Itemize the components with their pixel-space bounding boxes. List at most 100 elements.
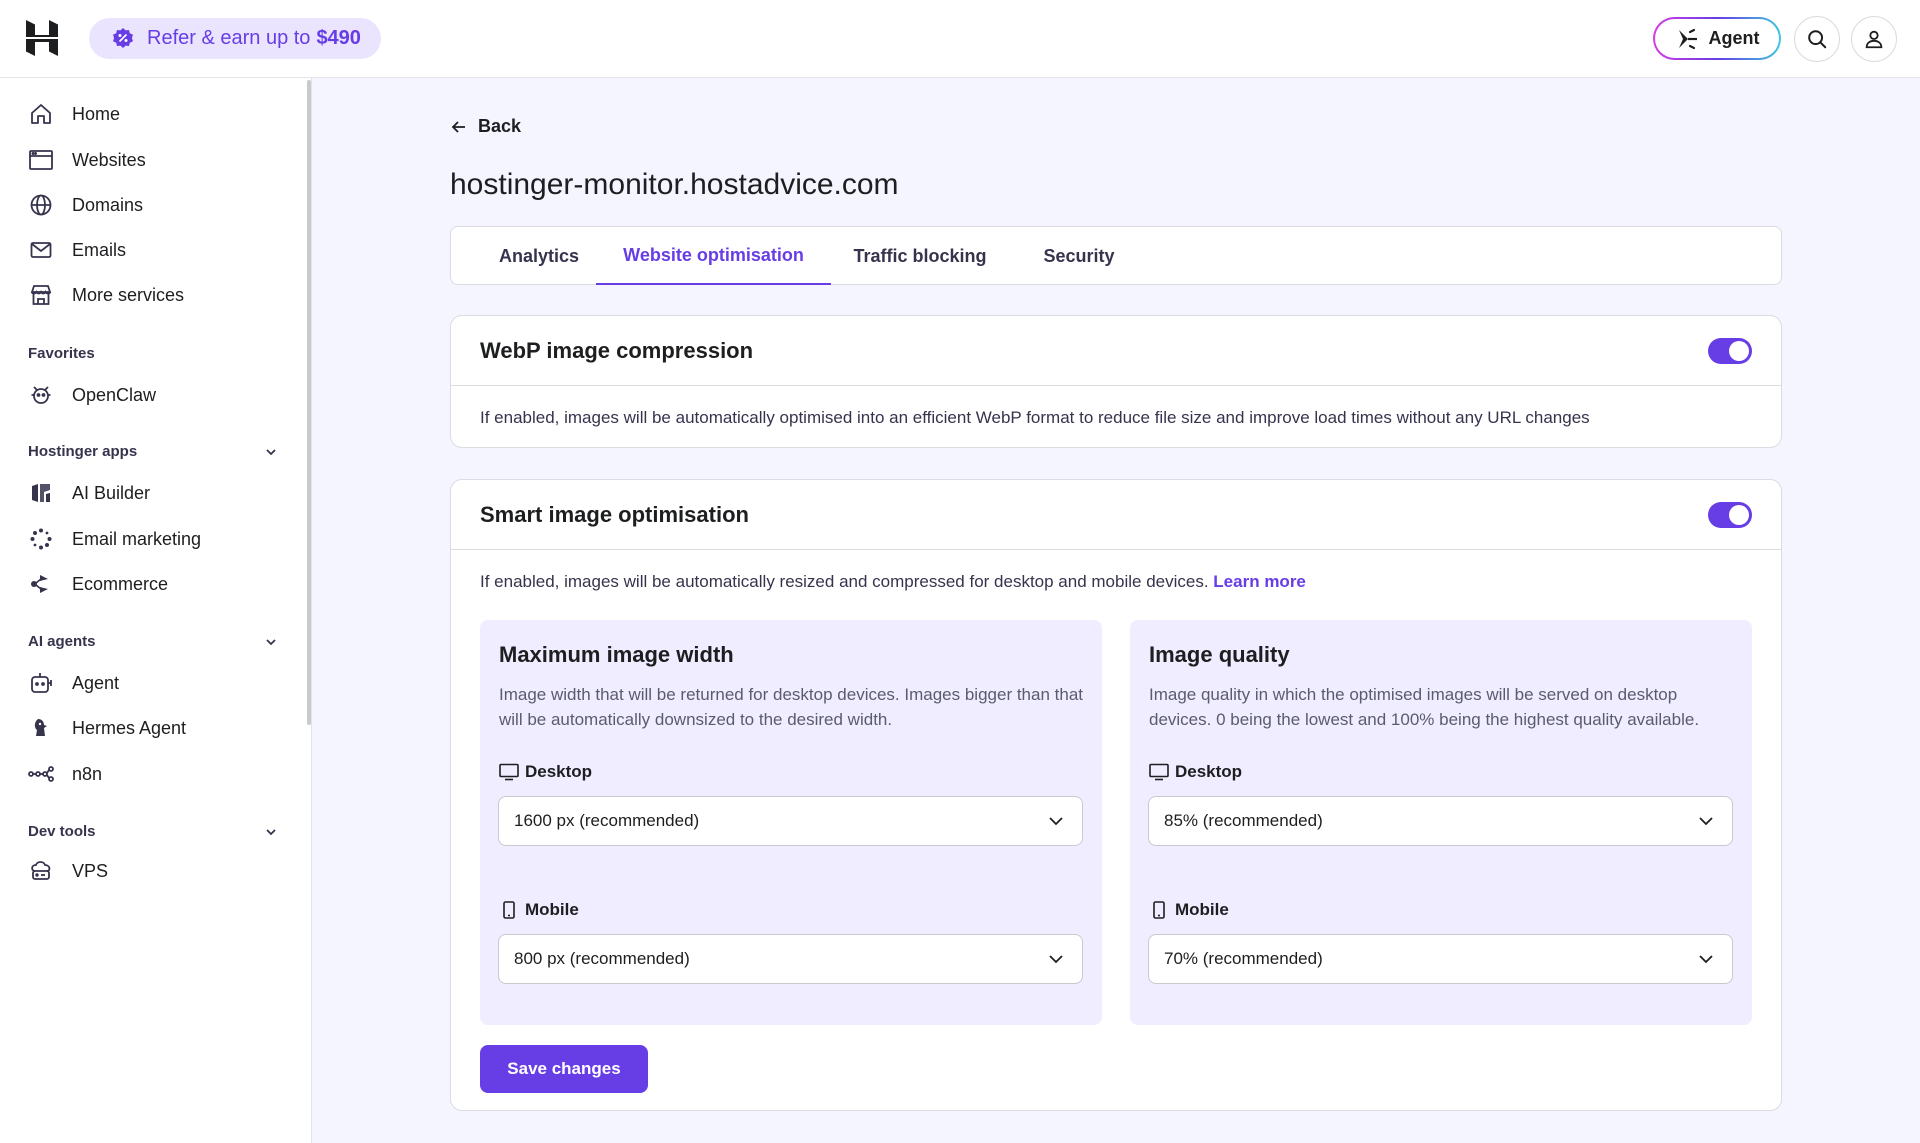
- webp-description: If enabled, images will be automatically…: [480, 408, 1590, 427]
- sidebar-item-label: Hermes Agent: [72, 717, 187, 738]
- select-value: 1600 px (recommended): [514, 811, 700, 830]
- quality-desktop-select[interactable]: 85% (recommended): [1148, 796, 1733, 846]
- hostinger-logo-icon[interactable]: [24, 18, 60, 58]
- sidebar-item-label: Websites: [72, 149, 146, 170]
- sidebar-item-ai-builder[interactable]: AI Builder: [28, 475, 288, 511]
- refer-text: Refer & earn up to: [147, 27, 311, 49]
- quality-desktop-label: Desktop: [1149, 762, 1242, 782]
- image-quality-panel: Image quality Image quality in which the…: [1130, 620, 1752, 1025]
- ecommerce-icon: [28, 571, 54, 597]
- width-desktop-label: Desktop: [499, 762, 592, 782]
- dev-tools-section[interactable]: Dev tools: [28, 823, 278, 840]
- smart-description-text: If enabled, images will be automatically…: [480, 572, 1209, 591]
- section-title: AI agents: [28, 633, 96, 650]
- back-link[interactable]: Back: [450, 116, 521, 137]
- section-title: Dev tools: [28, 823, 96, 840]
- image-quality-description: Image quality in which the optimised ima…: [1149, 685, 1700, 729]
- chevron-down-icon: [1049, 817, 1063, 826]
- refer-amount: $490: [316, 27, 361, 49]
- webp-title: WebP image compression: [480, 338, 754, 363]
- top-header: Refer & earn up to $490 Agent: [0, 0, 1920, 78]
- hostinger-apps-section[interactable]: Hostinger apps: [28, 443, 278, 460]
- tab-analytics[interactable]: Analytics: [481, 227, 597, 285]
- store-icon: [28, 282, 54, 308]
- ai-builder-icon: [28, 480, 54, 506]
- sidebar-item-label: Agent: [72, 672, 120, 693]
- sidebar-item-label: n8n: [72, 763, 103, 784]
- sidebar-item-label: Email marketing: [72, 528, 202, 549]
- ai-agents-section[interactable]: AI agents: [28, 633, 278, 650]
- agent-button[interactable]: Agent: [1653, 17, 1781, 60]
- chevron-down-icon: [266, 448, 276, 455]
- agent-label: Agent: [1708, 28, 1760, 48]
- browser-icon: [28, 147, 54, 173]
- globe-icon: [28, 192, 54, 218]
- refer-earn-banner[interactable]: Refer & earn up to $490: [89, 18, 381, 59]
- back-label: Back: [478, 116, 522, 136]
- field-label-text: Mobile: [1175, 900, 1229, 919]
- smart-description: If enabled, images will be automatically…: [480, 572, 1306, 592]
- tab-security[interactable]: Security: [1031, 227, 1127, 285]
- search-button[interactable]: [1794, 16, 1840, 62]
- claw-icon: [28, 382, 54, 408]
- sparkle-agent-icon: [1678, 28, 1697, 49]
- sidebar-item-label: Home: [72, 103, 121, 124]
- desktop-icon: [1149, 763, 1169, 781]
- chevron-down-icon: [1699, 955, 1713, 964]
- n8n-icon: [28, 761, 54, 787]
- account-button[interactable]: [1851, 16, 1897, 62]
- learn-more-link[interactable]: Learn more: [1213, 572, 1306, 591]
- field-label-text: Desktop: [1175, 762, 1243, 781]
- mail-icon: [28, 237, 54, 263]
- max-width-description: Image width that will be returned for de…: [499, 685, 1083, 729]
- sidebar-item-domains[interactable]: Domains: [28, 187, 288, 223]
- smart-title: Smart image optimisation: [480, 502, 749, 527]
- sidebar-item-hermes-agent[interactable]: Hermes Agent: [28, 710, 288, 746]
- sidebar-item-label: AI Builder: [72, 482, 151, 503]
- sidebar-item-agent[interactable]: Agent: [28, 665, 288, 701]
- chevron-down-icon: [266, 828, 276, 835]
- field-label-text: Mobile: [525, 900, 579, 919]
- hermes-icon: [28, 715, 54, 741]
- card-header: WebP image compression: [451, 316, 1781, 386]
- agent-icon: [28, 670, 54, 696]
- chevron-down-icon: [1699, 817, 1713, 826]
- quality-mobile-select[interactable]: 70% (recommended): [1148, 934, 1733, 984]
- width-desktop-select[interactable]: 1600 px (recommended): [498, 796, 1083, 846]
- sidebar-scrollbar[interactable]: [307, 80, 311, 725]
- sidebar-item-home[interactable]: Home: [28, 96, 288, 132]
- search-icon: [1808, 30, 1827, 49]
- sidebar-item-email-marketing[interactable]: Email marketing: [28, 521, 288, 557]
- home-icon: [28, 101, 54, 127]
- tab-traffic-blocking[interactable]: Traffic blocking: [844, 227, 996, 285]
- webp-toggle[interactable]: [1708, 338, 1752, 364]
- sidebar-item-openclaw[interactable]: OpenClaw: [28, 377, 288, 413]
- sidebar-item-websites[interactable]: Websites: [28, 142, 288, 178]
- width-mobile-select[interactable]: 800 px (recommended): [498, 934, 1083, 984]
- sidebar-item-ecommerce[interactable]: Ecommerce: [28, 566, 288, 602]
- select-value: 70% (recommended): [1164, 949, 1323, 968]
- vps-icon: [28, 858, 54, 884]
- sidebar-item-n8n[interactable]: n8n: [28, 756, 288, 792]
- max-width-title: Maximum image width: [499, 642, 734, 667]
- width-mobile-label: Mobile: [499, 900, 579, 920]
- page-title: hostinger-monitor.hostadvice.com: [450, 168, 899, 201]
- sidebar-item-label: Domains: [72, 194, 144, 215]
- user-icon: [1865, 30, 1883, 49]
- sidebar-item-label: Emails: [72, 239, 127, 260]
- email-marketing-icon: [28, 526, 54, 552]
- section-title: Hostinger apps: [28, 443, 138, 460]
- desktop-icon: [499, 763, 519, 781]
- select-value: 800 px (recommended): [514, 949, 690, 968]
- sidebar-item-more-services[interactable]: More services: [28, 277, 288, 313]
- tab-website-optimisation[interactable]: Website optimisation: [596, 227, 831, 285]
- mobile-icon: [1153, 901, 1165, 919]
- sidebar-item-label: More services: [72, 284, 185, 305]
- chevron-down-icon: [266, 638, 276, 645]
- sidebar-item-vps[interactable]: VPS: [28, 853, 288, 889]
- field-label-text: Desktop: [525, 762, 593, 781]
- quality-mobile-label: Mobile: [1149, 900, 1229, 920]
- sidebar-item-emails[interactable]: Emails: [28, 232, 288, 268]
- smart-toggle[interactable]: [1708, 502, 1752, 528]
- save-changes-button[interactable]: Save changes: [480, 1045, 648, 1093]
